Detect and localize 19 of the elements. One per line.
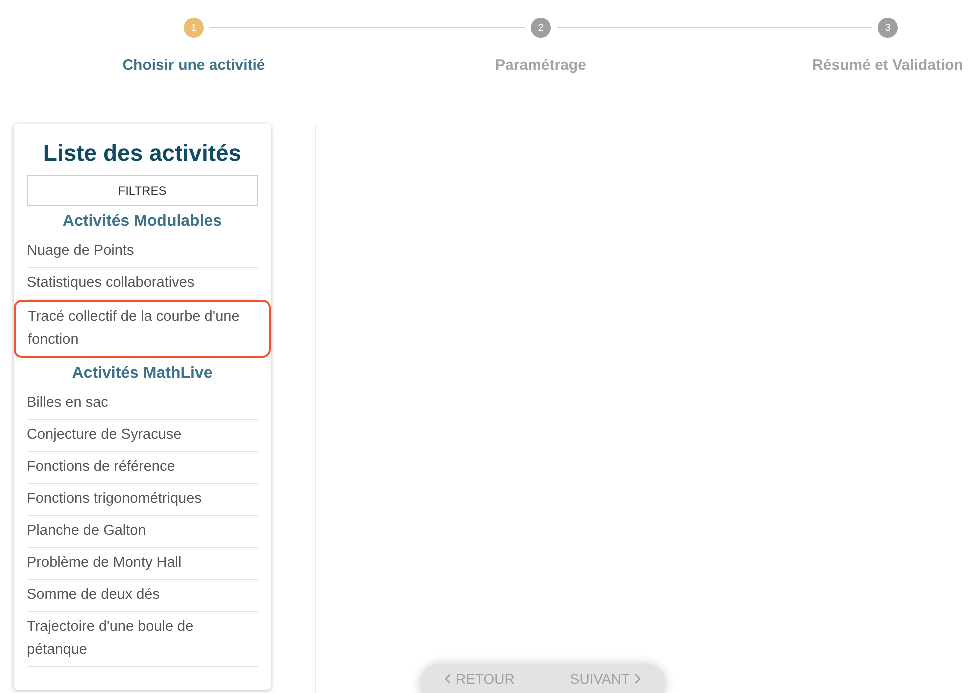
activity-item[interactable]: Somme de deux dés — [27, 580, 258, 612]
section-heading: Activités MathLive — [71, 364, 214, 384]
activity-item[interactable]: Fonctions de référence — [27, 452, 258, 484]
activity-item[interactable]: Billes en sac — [27, 388, 258, 420]
activity-item[interactable]: Problème de Monty Hall — [27, 548, 258, 580]
section-heading: Activités Modulables — [62, 212, 224, 232]
activity-item[interactable]: Statistiques collaboratives — [27, 268, 258, 300]
activity-item[interactable]: Fonctions trigonométriques — [27, 484, 258, 516]
activity-item[interactable]: Conjecture de Syracuse — [27, 420, 258, 452]
activity-item[interactable]: Trajectoire d'une boule de pétanque — [27, 612, 258, 667]
step-number: 3 — [878, 18, 898, 38]
step-number: 2 — [531, 18, 551, 38]
activity-item[interactable]: Tracé collectif de la courbe d'une fonction — [14, 300, 271, 358]
activity-item[interactable]: Planche de Galton — [27, 516, 258, 548]
panel-title: Liste des activités — [42, 139, 243, 168]
step-number: 1 — [184, 18, 204, 38]
activity-item[interactable]: Nuage de Points — [27, 236, 258, 268]
filter-button[interactable]: FILTRES — [27, 175, 258, 206]
step-label[interactable]: Choisir une activitié — [122, 55, 266, 78]
